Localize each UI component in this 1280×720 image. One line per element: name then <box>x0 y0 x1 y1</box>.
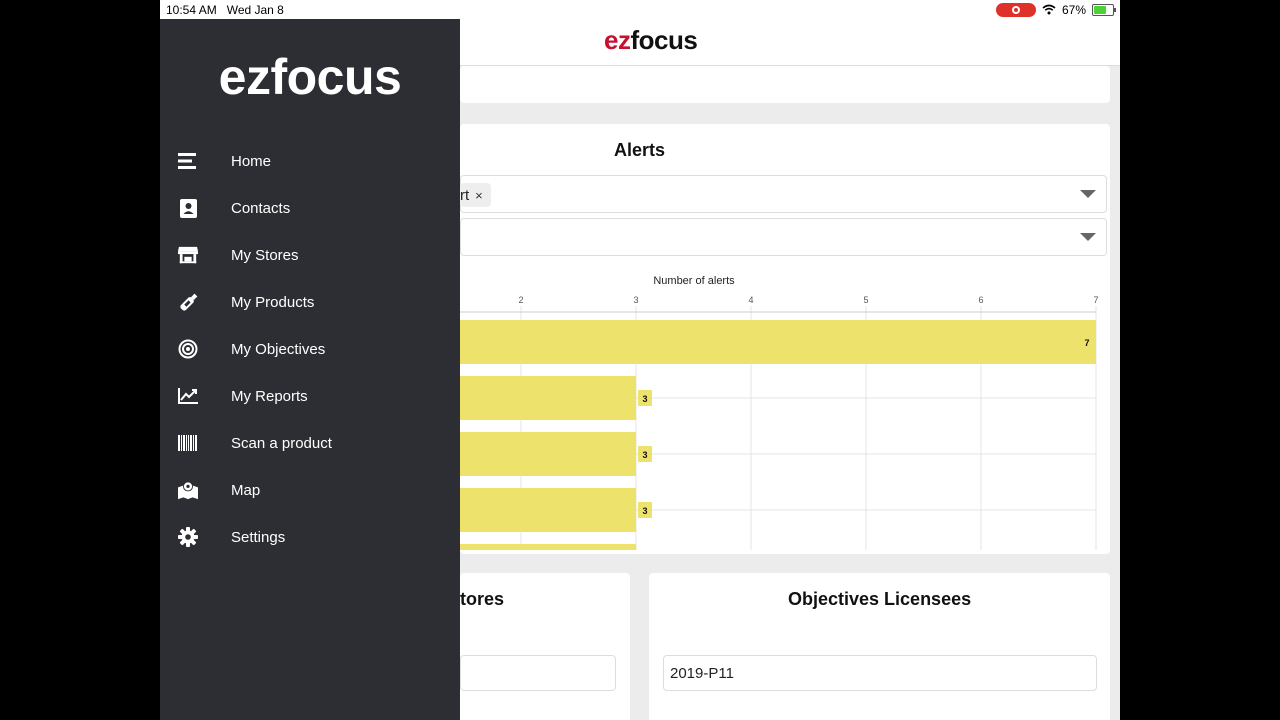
chart-data-label: 3 <box>642 450 647 460</box>
chart-data-label: 3 <box>642 394 647 404</box>
chart-tick-label: 5 <box>863 295 868 305</box>
menu-item-label: My Stores <box>231 246 299 264</box>
menu-item-contacts[interactable]: Contacts <box>160 186 460 230</box>
chart-tick-label: 2 <box>518 295 523 305</box>
alert-type-chip[interactable]: rt × <box>460 183 491 207</box>
chart-line-icon <box>178 386 198 406</box>
store-icon <box>178 245 198 265</box>
menu-item-label: Home <box>231 152 272 170</box>
stores-select[interactable] <box>460 655 616 691</box>
chip-remove-icon[interactable]: × <box>475 188 483 203</box>
target-icon <box>178 339 198 359</box>
menu-item-label: Settings <box>231 528 286 546</box>
chevron-down-icon[interactable] <box>1080 233 1096 241</box>
stores-card-title: tores <box>460 589 505 609</box>
contacts-icon <box>178 198 198 218</box>
menu-item-home[interactable]: Home <box>160 139 460 183</box>
wifi-icon <box>1042 4 1056 15</box>
chevron-down-icon[interactable] <box>1080 190 1096 198</box>
chart-data-label: 3 <box>642 506 647 516</box>
menu-item-my-reports[interactable]: My Reports <box>160 374 460 418</box>
status-time: 10:54 AM <box>166 2 217 17</box>
screen-recording-icon <box>995 2 1036 17</box>
map-icon <box>178 480 198 500</box>
objectives-licensees-title: Objectives Licensees <box>788 589 972 609</box>
alerts-title: Alerts <box>614 140 666 160</box>
battery-percent: 67% <box>1061 2 1086 17</box>
menu-item-map[interactable]: Map <box>160 468 460 512</box>
menu-item-label: My Products <box>231 293 315 311</box>
product-icon <box>178 292 198 312</box>
top-card <box>460 66 1110 103</box>
alert-type-select[interactable] <box>460 175 1107 213</box>
menu-item-label: My Reports <box>231 387 308 405</box>
chart-tick-label: 4 <box>748 295 753 305</box>
menu-item-settings[interactable]: Settings <box>160 515 460 559</box>
chart-bar <box>460 544 636 550</box>
chart-data-label: 7 <box>1084 338 1089 348</box>
drawer-logo: ezfocus <box>218 49 402 105</box>
filter-select[interactable] <box>460 218 1107 256</box>
battery-icon <box>1092 3 1116 16</box>
chart-bar <box>460 320 1096 364</box>
navigation-drawer: 10:54 AM Wed Jan 8 ezfocus Home Contacts… <box>160 0 460 720</box>
objectives-licensees-select[interactable]: 2019-P11 <box>663 655 1097 691</box>
menu-item-my-stores[interactable]: My Stores <box>160 233 460 277</box>
app-screen: 67% ezfocus Alerts rt × Number of alerts… <box>160 0 1120 720</box>
menu-item-label: My Objectives <box>231 340 326 358</box>
chart-bar <box>460 432 636 476</box>
menu-item-my-objectives[interactable]: My Objectives <box>160 327 460 371</box>
menu-item-label: Map <box>231 481 261 499</box>
barcode-icon <box>178 433 198 453</box>
home-icon <box>178 151 198 171</box>
drawer-status-bar: 10:54 AM Wed Jan 8 <box>160 0 460 19</box>
menu-item-my-products[interactable]: My Products <box>160 280 460 324</box>
menu-item-label: Scan a product <box>231 434 332 452</box>
menu-item-label: Contacts <box>231 199 291 217</box>
chart-tick-label: 3 <box>633 295 638 305</box>
app-logo: ezfocus <box>604 25 698 55</box>
chart-bar <box>460 376 636 420</box>
chart-tick-label: 6 <box>978 295 983 305</box>
chart-tick-label: 7 <box>1093 295 1098 305</box>
menu-item-scan-product[interactable]: Scan a product <box>160 421 460 465</box>
chart-bar <box>460 488 636 532</box>
alerts-chart: Number of alerts 2 3 4 5 6 7 7 3 3 3 <box>460 275 1099 550</box>
gear-icon <box>178 527 198 547</box>
status-date: Wed Jan 8 <box>226 2 284 17</box>
chart-axis-title: Number of alerts <box>653 275 735 287</box>
